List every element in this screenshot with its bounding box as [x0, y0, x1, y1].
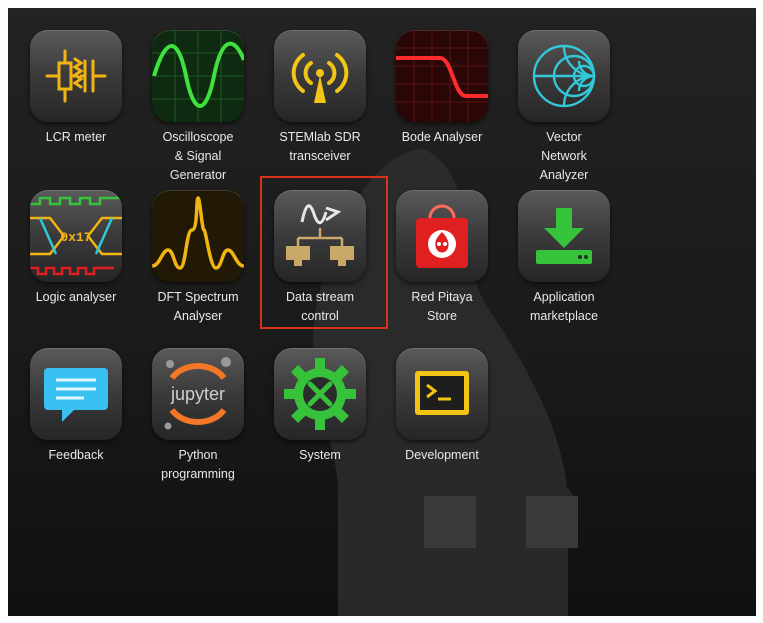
app-label: Red Pitaya Store	[411, 290, 473, 323]
jupyter-logo-text: jupyter	[170, 384, 225, 404]
app-stemlab-sdr[interactable]: STEMlab SDR transceiver	[260, 30, 380, 166]
app-development[interactable]: Development	[382, 348, 502, 465]
app-label: DFT Spectrum Analyser	[157, 290, 239, 323]
app-label: System	[299, 448, 341, 462]
jupyter-icon: jupyter	[152, 348, 244, 440]
logic-analyser-icon: 0x17	[30, 190, 122, 282]
app-label: Python programming	[161, 448, 235, 481]
app-dft-spectrum-analyser[interactable]: DFT Spectrum Analyser	[138, 190, 258, 326]
terminal-icon	[396, 348, 488, 440]
app-feedback[interactable]: Feedback	[16, 348, 136, 465]
store-bag-icon	[396, 190, 488, 282]
app-label: Logic analyser	[35, 290, 117, 304]
oscilloscope-icon	[152, 30, 244, 122]
app-application-marketplace[interactable]: Application marketplace	[504, 190, 624, 326]
app-label: Oscilloscope & Signal Generator	[162, 130, 234, 182]
app-label: Feedback	[48, 448, 104, 462]
app-label: LCR meter	[45, 130, 107, 144]
lcr-meter-icon	[30, 30, 122, 122]
antenna-icon	[274, 30, 366, 122]
selection-highlight	[260, 176, 388, 329]
gear-tools-icon	[274, 348, 366, 440]
app-label: Bode Analyser	[401, 130, 483, 144]
app-vector-network-analyzer[interactable]: Vector Network Analyzer	[504, 30, 624, 185]
app-label: Vector Network Analyzer	[539, 130, 589, 182]
spectrum-icon	[152, 190, 244, 282]
bode-plot-icon	[396, 30, 488, 122]
download-icon	[518, 190, 610, 282]
app-python-programming[interactable]: jupyter Python programming	[138, 348, 258, 484]
app-logic-analyser[interactable]: 0x17 Logic analyser	[16, 190, 136, 307]
app-label: Application marketplace	[529, 290, 599, 323]
app-red-pitaya-store[interactable]: Red Pitaya Store	[382, 190, 502, 326]
app-system[interactable]: System	[260, 348, 380, 465]
app-label: Development	[405, 448, 479, 462]
app-launcher-screen: LCR meter Oscilloscope & Signal Generato…	[8, 8, 756, 616]
chat-bubble-icon	[30, 348, 122, 440]
app-label: STEMlab SDR transceiver	[279, 130, 361, 163]
logic-badge-text: 0x17	[60, 230, 91, 245]
app-bode-analyser[interactable]: Bode Analyser	[382, 30, 502, 147]
smith-chart-icon	[518, 30, 610, 122]
app-lcr-meter[interactable]: LCR meter	[16, 30, 136, 147]
app-oscilloscope[interactable]: Oscilloscope & Signal Generator	[138, 30, 258, 185]
